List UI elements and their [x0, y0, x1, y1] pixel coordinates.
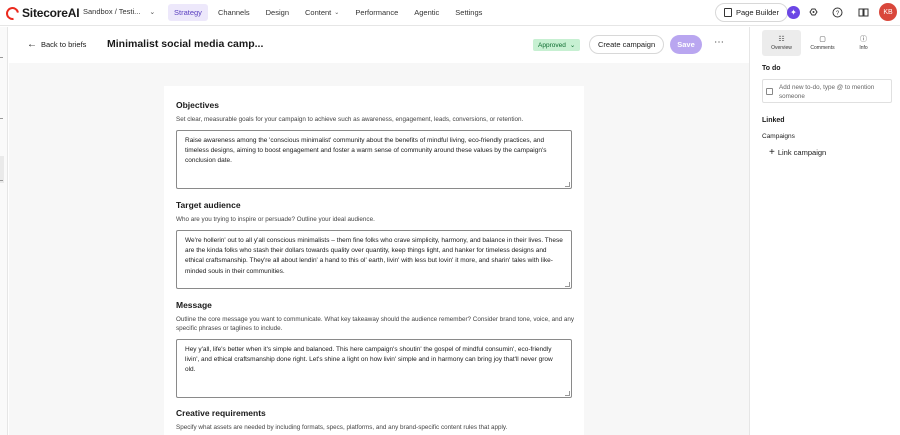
link-campaign-button[interactable]: + Link campaign — [769, 146, 827, 158]
link-campaign-label: Link campaign — [777, 148, 827, 157]
nav-agentic[interactable]: Agentic — [408, 4, 445, 21]
status-badge[interactable]: Approved ⌄ — [533, 39, 581, 51]
nav-design[interactable]: Design — [260, 4, 295, 21]
tab-overview[interactable]: ☷ Overview — [762, 30, 801, 56]
main-content: Objectives Set clear, measurable goals f… — [9, 63, 749, 435]
section-help: Specify what assets are needed by includ… — [176, 424, 508, 431]
arrow-left-icon: ← — [27, 39, 37, 50]
status-label: Approved — [538, 41, 566, 49]
logo-text: SitecoreAI — [22, 6, 80, 20]
environment-selector[interactable]: Sandbox / Testi... ⌄ — [83, 7, 155, 16]
nav-performance-label: Performance — [355, 8, 399, 17]
ai-assistant-icon[interactable]: ✦ — [787, 6, 800, 19]
section-help: Set clear, measurable goals for your cam… — [176, 116, 524, 123]
section-title: Target audience — [176, 200, 241, 210]
chevron-down-icon: ⌄ — [149, 8, 156, 16]
chevron-down-icon: ⌄ — [569, 42, 576, 49]
brief-header: ← Back to briefs Minimalist social media… — [9, 27, 749, 63]
avatar[interactable]: KB — [879, 3, 897, 21]
resize-handle-icon[interactable] — [565, 182, 570, 187]
tab-label: Overview — [771, 44, 792, 51]
message-value: Hey y'all, life's better when it's simpl… — [185, 346, 553, 374]
nav-design-label: Design — [265, 8, 289, 17]
tab-comments[interactable]: ▢ Comments — [803, 30, 842, 56]
tab-info[interactable]: ⓘ Info — [844, 30, 883, 56]
nav-channels[interactable]: Channels — [212, 4, 256, 21]
nav-channels-label: Channels — [217, 8, 250, 17]
notifications-icon[interactable] — [857, 6, 870, 19]
apps-icon[interactable] — [807, 6, 820, 19]
todo-checkbox[interactable] — [766, 88, 773, 95]
nav-content[interactable]: Content ⌄ — [299, 4, 345, 21]
audience-value: We're hollerin' out to all y'all conscio… — [185, 237, 563, 275]
nav-settings[interactable]: Settings — [449, 4, 488, 21]
section-title: Creative requirements — [176, 408, 266, 418]
todo-input[interactable]: Add new to-do, type @ to mention someone — [762, 79, 892, 103]
save-button[interactable]: Save — [670, 35, 702, 54]
section-title: Objectives — [176, 100, 219, 110]
page-title: Minimalist social media camp... — [107, 38, 264, 50]
page-builder-button[interactable]: Page Builder — [715, 3, 788, 22]
rail-marker — [0, 180, 3, 181]
svg-text:?: ? — [836, 11, 840, 17]
comments-icon: ▢ — [819, 35, 826, 43]
todo-placeholder: Add new to-do, type @ to mention someone — [779, 84, 875, 100]
page-builder-icon — [724, 8, 732, 17]
creative-requirements-section: Creative requirements Specify what asset… — [176, 408, 576, 435]
nav-strategy[interactable]: Strategy — [168, 4, 208, 21]
info-icon: ⓘ — [860, 35, 867, 43]
top-bar: SitecoreAI Sandbox / Testi... ⌄ Strategy… — [0, 0, 900, 26]
target-audience-textarea[interactable]: We're hollerin' out to all y'all conscio… — [176, 230, 572, 289]
message-textarea[interactable]: Hey y'all, life's better when it's simpl… — [176, 339, 572, 398]
sitecore-logo-icon — [3, 3, 22, 23]
panel-tabs: ☷ Overview ▢ Comments ⓘ Info — [762, 30, 885, 56]
more-options-icon[interactable]: ⋯ — [714, 37, 725, 48]
main-nav: Strategy Channels Design Content ⌄ Perfor… — [168, 4, 492, 21]
message-section: Message Outline the core message you wan… — [176, 300, 576, 398]
linked-heading: Linked — [762, 117, 785, 124]
nav-content-label: Content — [305, 8, 332, 17]
create-campaign-button[interactable]: Create campaign — [589, 35, 665, 54]
objectives-value: Raise awareness among the 'conscious min… — [185, 137, 547, 165]
chevron-down-icon: ⌄ — [334, 10, 340, 16]
rail-active-item[interactable] — [0, 156, 4, 183]
page-builder-label: Page Builder — [736, 8, 779, 17]
section-title: Message — [176, 300, 212, 310]
nav-strategy-label: Strategy — [174, 8, 202, 17]
brief-form: Objectives Set clear, measurable goals f… — [164, 86, 584, 435]
objectives-textarea[interactable]: Raise awareness among the 'conscious min… — [176, 130, 572, 189]
rail-marker — [0, 118, 3, 119]
rail-marker — [0, 57, 3, 58]
resize-handle-icon[interactable] — [565, 282, 570, 287]
todo-heading: To do — [762, 65, 781, 72]
objectives-section: Objectives Set clear, measurable goals f… — [176, 100, 576, 189]
nav-agentic-label: Agentic — [414, 8, 440, 17]
back-label: Back to briefs — [41, 40, 87, 49]
target-audience-section: Target audience Who are you trying to in… — [176, 200, 576, 289]
overview-icon: ☷ — [778, 35, 785, 43]
plus-icon: + — [769, 146, 775, 158]
section-help: Who are you trying to inspire or persuad… — [176, 216, 375, 223]
help-icon[interactable]: ? — [831, 6, 844, 19]
back-to-briefs-link[interactable]: ← Back to briefs — [27, 39, 87, 50]
nav-settings-label: Settings — [455, 8, 483, 17]
resize-handle-icon[interactable] — [565, 391, 570, 396]
section-help: Outline the core message you want to com… — [176, 316, 574, 332]
tab-label: Info — [859, 44, 868, 51]
right-panel: ☷ Overview ▢ Comments ⓘ Info To do Add n… — [749, 27, 900, 435]
nav-performance[interactable]: Performance — [349, 4, 404, 21]
tab-label: Comments — [810, 44, 835, 51]
campaigns-label: Campaigns — [762, 133, 795, 140]
left-rail — [0, 27, 8, 435]
sitecore-logo[interactable]: SitecoreAI — [3, 3, 80, 23]
environment-label: Sandbox / Testi... — [83, 7, 141, 16]
